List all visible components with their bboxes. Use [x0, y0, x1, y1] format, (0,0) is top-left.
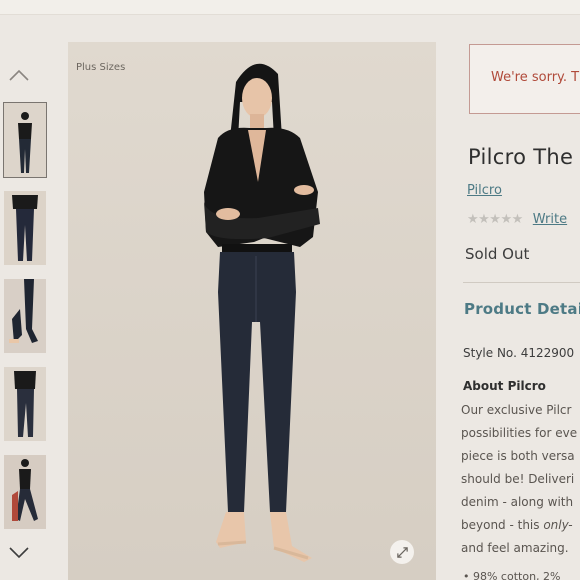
image-label: Plus Sizes	[76, 62, 126, 73]
thumbnails-up-button[interactable]	[8, 65, 30, 85]
rating-stars: ★★★★★	[467, 212, 523, 227]
alert-message: We're sorry. T	[491, 70, 580, 85]
about-line: should be! Deliveri	[461, 472, 575, 486]
brand-link[interactable]: Pilcro	[467, 183, 502, 198]
about-line: Our exclusive Pilcr	[461, 403, 572, 417]
chevron-down-icon	[9, 547, 29, 559]
model-photo	[68, 42, 436, 580]
write-review-link[interactable]: Write	[533, 212, 567, 227]
about-description: Our exclusive Pilcr possibilities for ev…	[461, 402, 580, 563]
alert-box: We're sorry. T	[469, 44, 580, 114]
fabric-bullet: • 98% cotton, 2%	[463, 570, 561, 580]
chevron-up-icon	[9, 69, 29, 81]
thumbnail-1[interactable]	[3, 102, 47, 178]
thumbnail-5[interactable]	[4, 455, 46, 529]
about-line: possibilities for eve	[461, 426, 578, 440]
about-line: denim - along with	[461, 495, 574, 509]
product-details-heading[interactable]: Product Detail	[464, 300, 580, 318]
availability-status: Sold Out	[465, 245, 530, 263]
about-line: and feel amazing.	[461, 541, 569, 555]
about-heading: About Pilcro	[463, 379, 546, 393]
zoom-button[interactable]	[390, 540, 414, 564]
thumbnail-2[interactable]	[4, 191, 46, 265]
thumbnails-down-button[interactable]	[8, 543, 30, 563]
thumbnail-3[interactable]	[4, 279, 46, 353]
product-info-panel: We're sorry. T Pilcro The Pilcro ★★★★★ W…	[455, 0, 580, 580]
about-line: beyond - this only-	[461, 518, 573, 532]
rating-row: ★★★★★ Write	[467, 212, 567, 227]
divider	[463, 282, 580, 283]
product-title: Pilcro The	[468, 145, 574, 169]
style-number: Style No. 4122900	[463, 346, 575, 360]
about-line: piece is both versa	[461, 449, 575, 463]
thumbnail-rail	[0, 55, 60, 580]
main-product-image[interactable]: Plus Sizes	[68, 42, 436, 580]
thumbnail-4[interactable]	[4, 367, 46, 441]
expand-icon	[396, 546, 408, 558]
